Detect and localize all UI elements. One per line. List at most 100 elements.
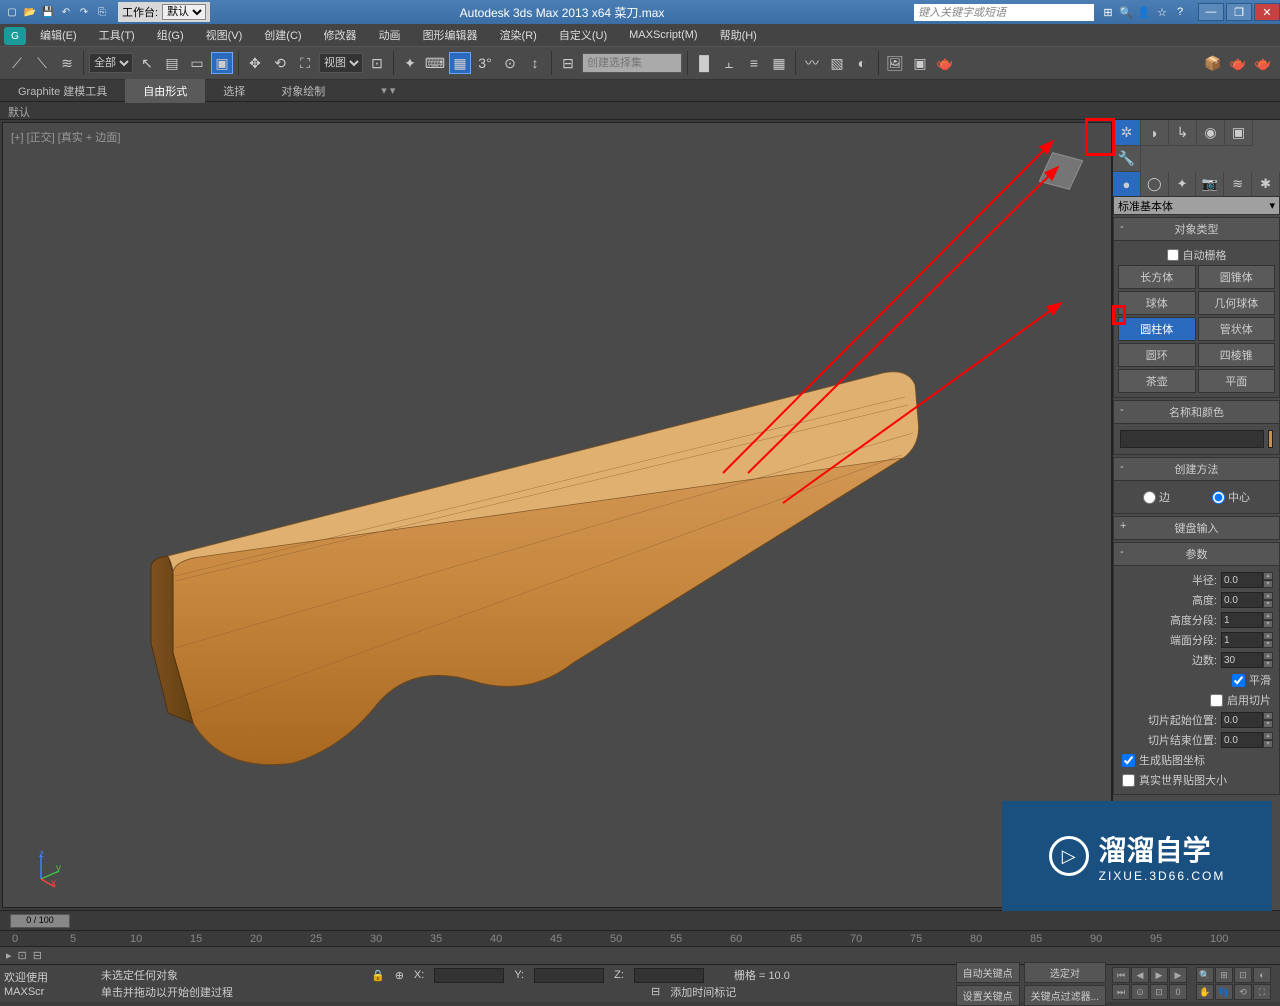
refcoord-dropdown[interactable]: 视图	[319, 53, 363, 73]
menu-customize[interactable]: 自定义(U)	[549, 24, 617, 46]
cp-sub-shapes-icon[interactable]: ◯	[1141, 172, 1169, 196]
cp-tab-modify-icon[interactable]: ◗	[1141, 120, 1169, 146]
rotate-icon[interactable]: ⟲	[269, 52, 291, 74]
viewport-label[interactable]: [+] [正交] [真实 + 边面]	[11, 129, 120, 145]
render-frame-icon[interactable]: ▣	[909, 52, 931, 74]
unlink-icon[interactable]: ⟍	[31, 52, 53, 74]
menu-rendering[interactable]: 渲染(R)	[490, 24, 547, 46]
hseg-input[interactable]	[1221, 612, 1263, 628]
redo-icon[interactable]: ↷	[76, 4, 92, 20]
window-crossing-icon[interactable]: ▣	[211, 52, 233, 74]
maxview-icon[interactable]: ⛶	[1253, 984, 1271, 1000]
select-link-icon[interactable]: ⟋	[6, 52, 28, 74]
object-name-input[interactable]	[1120, 430, 1264, 448]
sides-dn[interactable]: ▾	[1263, 660, 1273, 668]
ribbon-tab-objectpaint[interactable]: 对象绘制	[263, 79, 343, 103]
help-icon[interactable]: ?	[1172, 4, 1188, 20]
autogrid-checkbox[interactable]	[1167, 249, 1179, 261]
link-icon[interactable]: ⎘	[94, 4, 110, 20]
slicefrom-input[interactable]	[1221, 712, 1263, 728]
render-setup-icon[interactable]: 🖼	[884, 52, 906, 74]
cp-sub-spacewarps-icon[interactable]: ✱	[1252, 172, 1280, 196]
radius-up[interactable]: ▴	[1263, 572, 1273, 580]
rollout-cm-header[interactable]: -创建方法	[1113, 457, 1280, 481]
named-selset-input[interactable]	[582, 53, 682, 73]
minimize-button[interactable]: —	[1198, 3, 1224, 21]
application-button[interactable]: G	[4, 27, 26, 45]
color-swatch[interactable]	[1268, 430, 1273, 448]
menu-help[interactable]: 帮助(H)	[710, 24, 767, 46]
prim-plane[interactable]: 平面	[1198, 369, 1276, 393]
undo-icon[interactable]: ↶	[58, 4, 74, 20]
prim-cone[interactable]: 圆锥体	[1198, 265, 1276, 289]
autokey-button[interactable]: 自动关键点	[956, 962, 1020, 983]
hseg-dn[interactable]: ▾	[1263, 620, 1273, 628]
lock-icon[interactable]: 🔒	[371, 969, 385, 982]
menu-grapheditors[interactable]: 图形编辑器	[413, 24, 488, 46]
search2-icon[interactable]: 🔍	[1118, 4, 1134, 20]
prim-tube[interactable]: 管状体	[1198, 317, 1276, 341]
teapot-b-icon[interactable]: 🫖	[1252, 52, 1274, 74]
open-icon[interactable]: 📂	[22, 4, 38, 20]
height-up[interactable]: ▴	[1263, 592, 1273, 600]
sliceto-input[interactable]	[1221, 732, 1263, 748]
genmap-checkbox[interactable]	[1122, 754, 1135, 767]
rollout-objtype-header[interactable]: -对象类型	[1113, 217, 1280, 241]
pivot-center-icon[interactable]: ⊡	[366, 52, 388, 74]
setkey-button[interactable]: 设置关键点	[956, 985, 1020, 1006]
manipulate-icon[interactable]: ✦	[399, 52, 421, 74]
selset-button[interactable]: 选定对	[1024, 962, 1106, 983]
frame-input[interactable]: 0	[1169, 984, 1187, 1000]
infocenter-icon[interactable]: ⊞	[1100, 4, 1116, 20]
snap-toggle-icon[interactable]: ▦	[449, 52, 471, 74]
ribbon-tab-selection[interactable]: 选择	[205, 79, 263, 103]
cseg-dn[interactable]: ▾	[1263, 640, 1273, 648]
move-icon[interactable]: ✥	[244, 52, 266, 74]
render-icon[interactable]: 🫖	[934, 52, 956, 74]
viewcube[interactable]	[1031, 143, 1091, 203]
radius-dn[interactable]: ▾	[1263, 580, 1273, 588]
keyboard-shortcut-icon[interactable]: ⌨	[424, 52, 446, 74]
goto-end-icon[interactable]: ⏭	[1112, 984, 1130, 1000]
prim-box[interactable]: 长方体	[1118, 265, 1196, 289]
prim-pyramid[interactable]: 四棱锥	[1198, 343, 1276, 367]
edit-selset-icon[interactable]: ⊟	[557, 52, 579, 74]
menu-edit[interactable]: 编辑(E)	[30, 24, 87, 46]
cp-sub-cameras-icon[interactable]: 📷	[1196, 172, 1224, 196]
time-ruler[interactable]: 0510152025303540455055606570758085909510…	[0, 930, 1280, 946]
container-icon[interactable]: 📦	[1202, 52, 1224, 74]
prim-sphere[interactable]: 球体	[1118, 291, 1196, 315]
cp-tab-create-icon[interactable]: ✲	[1113, 120, 1141, 146]
prim-teapot[interactable]: 茶壶	[1118, 369, 1196, 393]
sliceon-checkbox[interactable]	[1210, 694, 1223, 707]
realws-checkbox[interactable]	[1122, 774, 1135, 787]
cp-sub-geometry-icon[interactable]: ●	[1113, 172, 1141, 196]
keyfilter-button[interactable]: 关键点过滤器...	[1024, 985, 1106, 1006]
sides-up[interactable]: ▴	[1263, 652, 1273, 660]
trackbar-keys-icon[interactable]: ⊡	[18, 949, 27, 962]
ribbon-tab-freeform[interactable]: 自由形式	[125, 79, 205, 103]
coord-sys-icon[interactable]: ⊕	[395, 969, 404, 982]
prim-cylinder[interactable]: 圆柱体	[1118, 317, 1196, 341]
cp-tab-display-icon[interactable]: ▣	[1225, 120, 1253, 146]
menu-maxscript[interactable]: MAXScript(M)	[619, 26, 707, 44]
material-editor-icon[interactable]: ◐	[851, 52, 873, 74]
mirror-icon[interactable]: ▐▌	[693, 52, 715, 74]
menu-modifiers[interactable]: 修改器	[314, 24, 367, 46]
cseg-up[interactable]: ▴	[1263, 632, 1273, 640]
primitive-category-dropdown[interactable]: 标准基本体▾	[1113, 196, 1280, 215]
model-knife-handle[interactable]	[133, 363, 923, 803]
close-button[interactable]: ✕	[1254, 3, 1280, 21]
curve-editor-icon[interactable]: 〰	[801, 52, 823, 74]
select-region-icon[interactable]: ▭	[186, 52, 208, 74]
cp-tab-utilities-icon[interactable]: 🔧	[1113, 146, 1141, 172]
height-dn[interactable]: ▾	[1263, 600, 1273, 608]
hseg-up[interactable]: ▴	[1263, 612, 1273, 620]
select-object-icon[interactable]: ↖	[136, 52, 158, 74]
walk-icon[interactable]: 👣	[1215, 984, 1233, 1000]
orbit-icon[interactable]: ⟲	[1234, 984, 1252, 1000]
cseg-input[interactable]	[1221, 632, 1263, 648]
pan-icon[interactable]: ✋	[1196, 984, 1214, 1000]
search-input[interactable]: 键入关键字或短语	[914, 4, 1094, 21]
key-mode-icon[interactable]: ⊙	[1131, 984, 1149, 1000]
